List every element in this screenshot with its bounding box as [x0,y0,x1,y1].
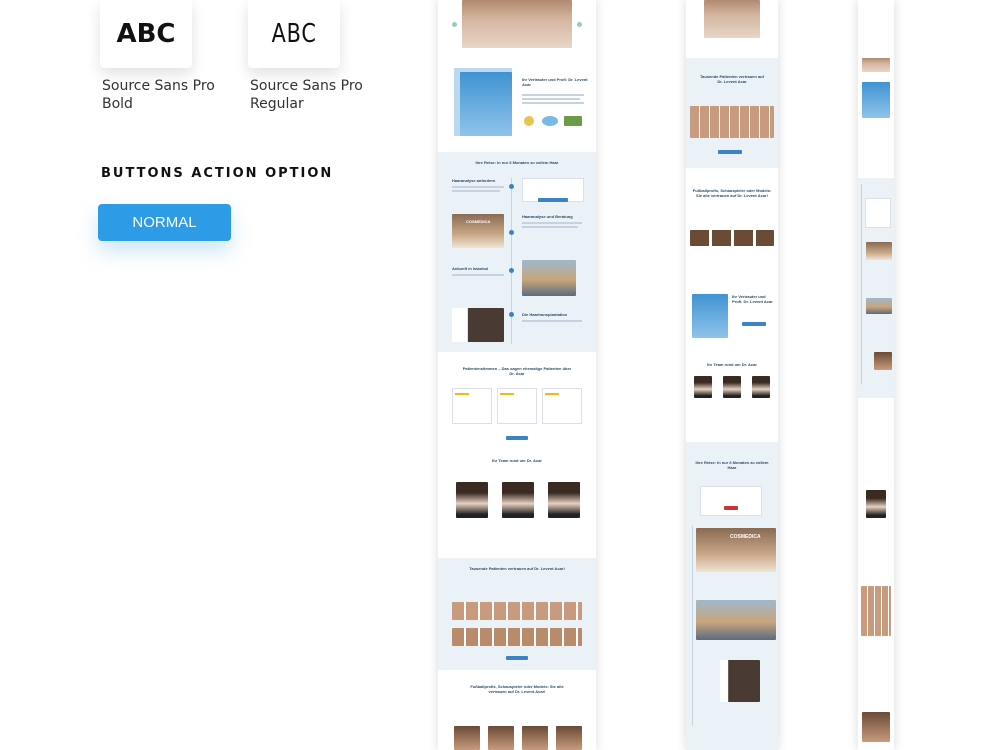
doctor-image [692,294,728,338]
patient-photos-grid [690,106,774,138]
team-member-photo [752,376,770,398]
step-4-marker [509,312,514,317]
hair-before-after-image [462,0,572,48]
slider-prev-icon[interactable] [452,22,457,27]
team-section: Ihr Team rund um Dr. Acar [438,454,596,554]
journey-section [858,178,894,398]
step-4-label: Die Haartransplantation [522,312,568,317]
celebs-heading: Fußballprofis, Schauspieler oder Models:… [470,684,564,694]
doctor-more-button[interactable] [742,322,766,326]
istanbul-image [696,600,776,640]
office-image [866,242,892,260]
trust-heading: Tausende Patienten vertrauen auf Dr. Lev… [700,74,764,84]
journey-section: Ihre Reise: In nur 6 Monaten zu vollem H… [686,442,778,750]
trust-heading: Tausende Patienten vertrauen auf Dr. Lev… [469,566,565,571]
celebs-section: Fußballprofis, Schauspieler oder Models:… [438,676,596,750]
buttons-section-title: BUTTONS ACTION OPTION [101,166,334,181]
step-1-marker [509,184,514,189]
office-image: COSMEDICA [696,528,776,572]
testimonial-card [452,388,492,424]
team-member-photo [456,482,488,518]
trust-section: Tausende Patienten vertrauen auf Dr. Lev… [686,58,778,168]
doctor-section: Ihr Vertrauter und Profi: Dr. Levent Aca… [686,288,778,358]
hair-image [862,58,890,72]
step-2-label: Haaranalyse und Beratung [522,214,573,219]
tablet-mockup: Tausende Patienten vertrauen auf Dr. Lev… [686,0,778,750]
font-sample-regular: ABC [271,19,317,49]
operation-image [452,308,504,342]
analysis-submit-button[interactable] [538,198,568,202]
celebrity-photo [488,726,514,750]
office-sign: COSMEDICA [730,534,761,540]
journey-heading: Ihre Reise: In nur 6 Monaten zu vollem H… [695,460,769,470]
journey-heading: Ihre Reise: In nur 6 Monaten zu vollem H… [475,160,559,165]
celebrity-photo [522,726,548,750]
font-sample-bold: ABC [116,19,176,49]
form-submit-button[interactable] [724,506,738,510]
celebrity-photo [556,726,582,750]
team-member-photo [694,376,712,398]
testimonials-more-button[interactable] [506,436,528,440]
step-3-label: Ankunft in Istanbul [452,266,489,271]
trust-more-button[interactable] [506,656,528,660]
team-section: Ihr Team rund um Dr. Acar [686,358,778,438]
celebs-heading: Fußballprofis, Schauspieler oder Models:… [692,188,772,198]
team-member-photo [548,482,580,518]
team-member-photo [723,376,741,398]
trust-section: Tausende Patienten vertrauen auf Dr. Lev… [438,558,596,670]
doctor-image [460,72,512,136]
istanbul-image [522,260,576,296]
team-member-photo [866,490,886,518]
office-sign: COSMEDICA [466,219,491,224]
font-name-regular: Source Sans Pro Regular [250,78,363,112]
team-heading: Ihr Team rund um Dr. Acar [492,458,542,463]
analysis-form[interactable] [865,198,891,228]
step-3-marker [509,268,514,273]
font-sample-bold-card: ABC [100,0,192,68]
doctor-section: Ihr Vertrauter und Profi: Dr. Levent Aca… [438,60,596,152]
operation-image [720,660,760,702]
celebrity-photo [454,726,480,750]
patient-photos-grid [861,586,891,636]
celebs-section: Fußballprofis, Schauspieler oder Models:… [686,176,778,286]
hair-image [704,0,760,38]
desktop-mockup: Ihr Vertrauter und Profi: Dr. Levent Aca… [438,0,596,750]
celebrity-photo [862,712,890,742]
slider-next-icon[interactable] [577,22,582,27]
mobile-mockup [858,0,894,750]
certificate-badge-icon [542,116,558,126]
journey-section: Ihre Reise: In nur 6 Monaten zu vollem H… [438,152,596,352]
office-image: COSMEDICA [452,214,504,248]
partner-logo-icon [564,116,582,126]
team-heading: Ihr Team rund um Dr. Acar [707,362,757,367]
step-1-label: Haaranalyse anfordern [452,178,496,183]
celebrity-photos-row [690,230,774,246]
analysis-form[interactable] [700,486,762,516]
patient-photos-row [452,602,582,620]
award-badge-icon [524,116,534,126]
team-member-photo [502,482,534,518]
patient-photos-row [452,628,582,646]
testimonial-card [497,388,537,424]
font-name-bold: Source Sans Pro Bold [102,78,215,112]
step-2-marker [509,230,514,235]
testimonials-heading: Patientenstimmen – Das sagen ehemalige P… [462,366,572,376]
trust-more-button[interactable] [718,150,742,154]
font-sample-regular-card: ABC [248,0,340,68]
istanbul-image [866,298,892,314]
testimonials-section: Patientenstimmen – Das sagen ehemalige P… [438,356,596,454]
operation-image [874,352,892,370]
testimonial-card [542,388,582,424]
doctor-heading: Ihr Vertrauter und Profi: Dr. Levent Aca… [732,294,773,304]
doctor-heading: Ihr Vertrauter und Profi: Dr. Levent Aca… [522,77,588,87]
normal-button[interactable]: NORMAL [98,204,231,241]
doctor-image [862,82,890,118]
hero-section [438,0,596,58]
